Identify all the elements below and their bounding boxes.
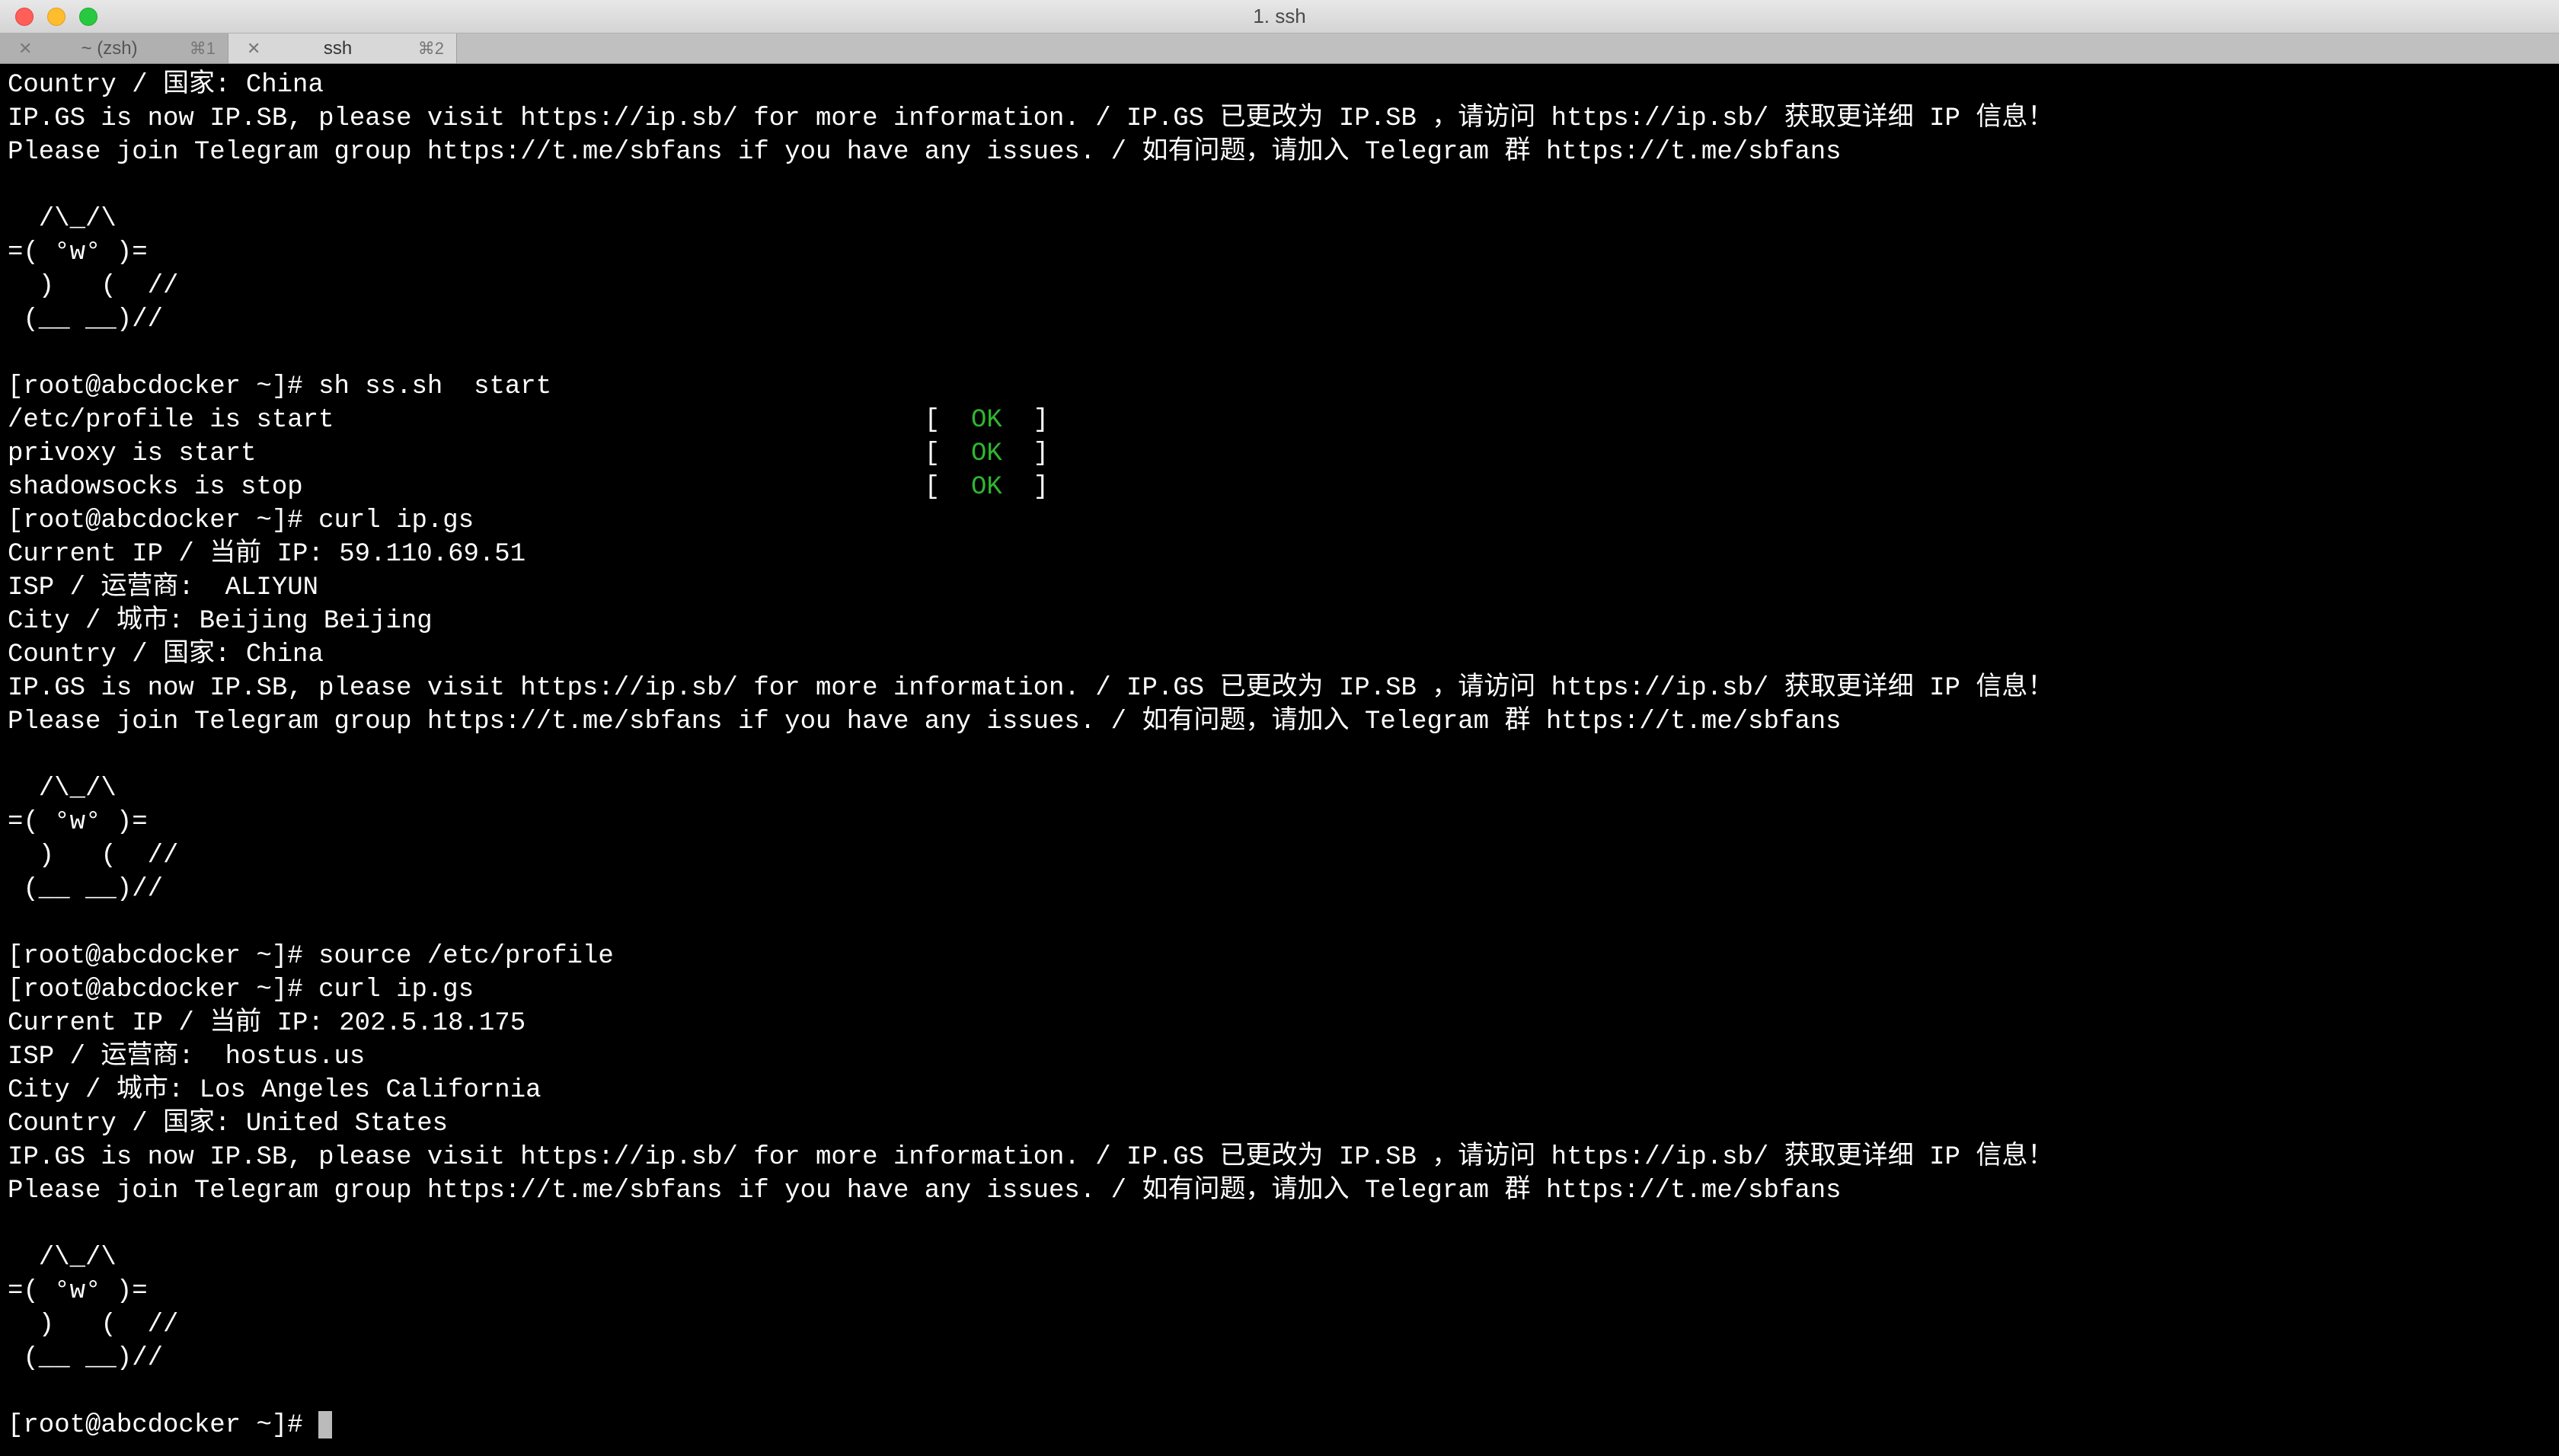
close-tab-icon[interactable]: ✕ xyxy=(241,39,267,59)
tab-label: ssh xyxy=(267,38,408,59)
maximize-window-button[interactable] xyxy=(79,8,97,26)
traffic-lights xyxy=(0,8,97,26)
window-title: 1. ssh xyxy=(1253,5,1305,28)
tab-zsh[interactable]: ✕ ~ (zsh) ⌘1 xyxy=(0,34,228,63)
close-tab-icon[interactable]: ✕ xyxy=(12,39,38,59)
cursor xyxy=(318,1411,332,1438)
terminal-window: 1. ssh ✕ ~ (zsh) ⌘1 ✕ ssh ⌘2 Country / 国… xyxy=(0,0,2559,1456)
tab-shortcut: ⌘1 xyxy=(181,39,216,59)
tabbar: ✕ ~ (zsh) ⌘1 ✕ ssh ⌘2 xyxy=(0,34,2559,64)
close-window-button[interactable] xyxy=(15,8,34,26)
minimize-window-button[interactable] xyxy=(47,8,65,26)
titlebar[interactable]: 1. ssh xyxy=(0,0,2559,34)
terminal-content[interactable]: Country / 国家: China IP.GS is now IP.SB, … xyxy=(0,64,2559,1456)
tab-label: ~ (zsh) xyxy=(38,38,180,59)
tab-ssh[interactable]: ✕ ssh ⌘2 xyxy=(228,34,457,63)
tab-shortcut: ⌘2 xyxy=(409,39,444,59)
